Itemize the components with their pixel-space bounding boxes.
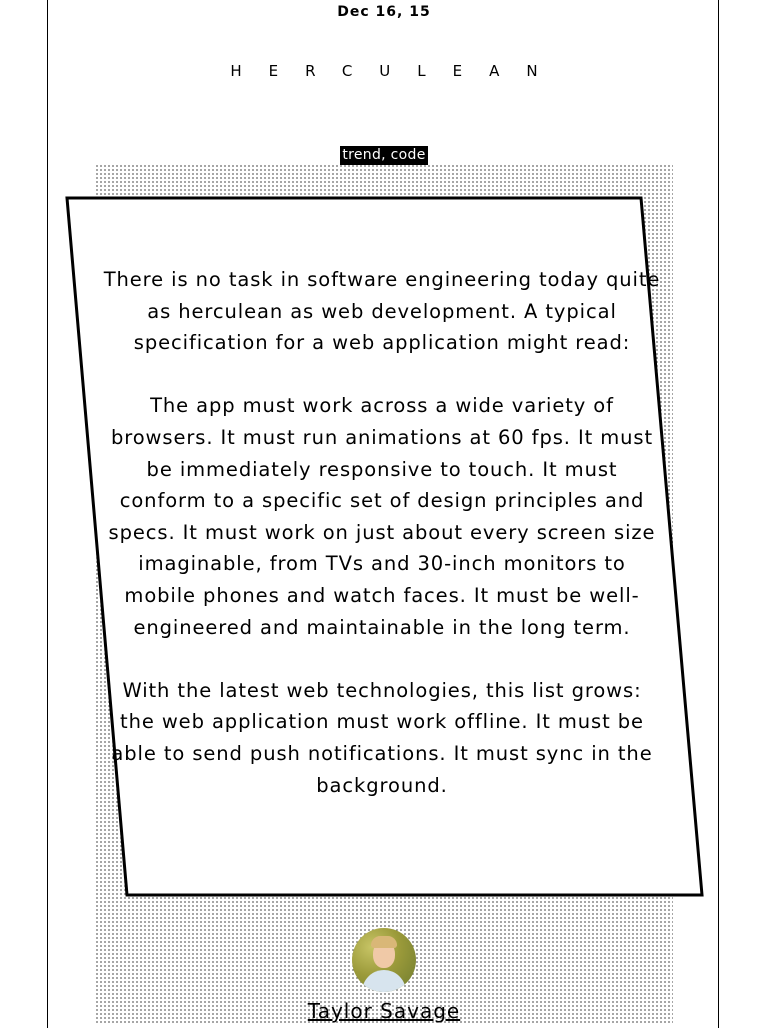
tag-label[interactable]: trend, code bbox=[340, 146, 428, 165]
post-tags: trend, code bbox=[0, 144, 768, 165]
post-title: HERCULEAN bbox=[230, 62, 565, 80]
author-link[interactable]: Taylor Savage bbox=[0, 999, 768, 1023]
dotted-background bbox=[95, 164, 673, 1024]
avatar[interactable] bbox=[352, 928, 416, 992]
post-date: Dec 16, 15 bbox=[337, 4, 431, 20]
author-block: Taylor Savage bbox=[0, 928, 768, 1023]
